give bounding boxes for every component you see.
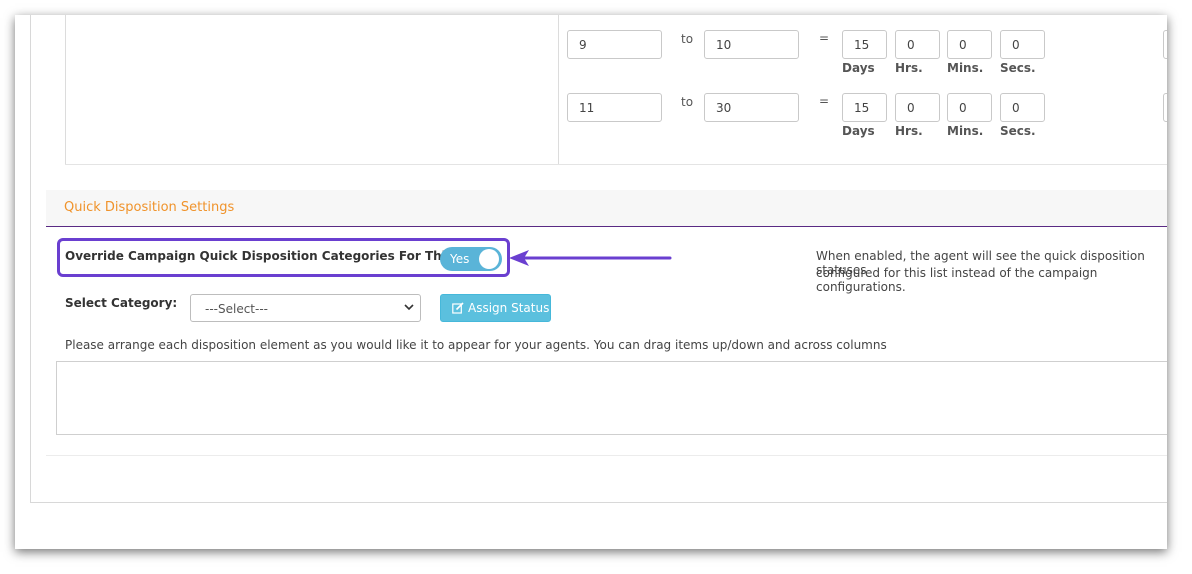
arrow-icon xyxy=(509,250,672,266)
mins-input[interactable]: 0 xyxy=(947,30,992,59)
mins-input[interactable]: 0 xyxy=(947,93,992,122)
edit-icon xyxy=(452,302,464,314)
days-input[interactable]: 15 xyxy=(842,30,887,59)
range-to-input[interactable]: 30 xyxy=(704,93,799,122)
select-category-label: Select Category: xyxy=(65,296,178,310)
hrs-label: Hrs. xyxy=(895,61,923,75)
days-label: Days xyxy=(842,61,875,75)
assign-status-button[interactable]: Assign Status xyxy=(440,294,551,322)
help-text-line2: configured for this list instead of the … xyxy=(816,266,1098,294)
section-bottom-divider xyxy=(46,455,1167,456)
range-action-input[interactable] xyxy=(1163,30,1167,59)
highlight-box xyxy=(57,238,510,277)
table-column-divider xyxy=(558,15,559,164)
quick-disposition-header: Quick Disposition Settings xyxy=(46,190,1167,227)
disposition-drop-zone[interactable] xyxy=(56,361,1167,435)
select-value: ---Select--- xyxy=(205,302,268,316)
settings-panel: 9 to 10 = 15 0 0 0 Days Hrs. Mins. Secs.… xyxy=(15,15,1167,549)
category-select[interactable]: ---Select--- xyxy=(190,294,421,322)
chevron-down-icon xyxy=(404,304,414,311)
secs-label: Secs. xyxy=(1000,61,1036,75)
range-from-input[interactable]: 11 xyxy=(567,93,662,122)
hrs-input[interactable]: 0 xyxy=(895,30,940,59)
range-action-input[interactable] xyxy=(1163,93,1167,122)
secs-input[interactable]: 0 xyxy=(1000,93,1045,122)
instructions-text: Please arrange each disposition element … xyxy=(65,338,887,352)
mins-label: Mins. xyxy=(947,124,984,138)
hrs-input[interactable]: 0 xyxy=(895,93,940,122)
table-bottom-border xyxy=(65,164,1167,165)
range-to-input[interactable]: 10 xyxy=(704,30,799,59)
hrs-label: Hrs. xyxy=(895,124,923,138)
assign-status-label: Assign Status xyxy=(468,301,550,315)
equals-sign: = xyxy=(819,31,830,45)
days-input[interactable]: 15 xyxy=(842,93,887,122)
secs-label: Secs. xyxy=(1000,124,1036,138)
outer-panel-bottom-border xyxy=(30,502,1167,503)
range-from-input[interactable]: 9 xyxy=(567,30,662,59)
secs-input[interactable]: 0 xyxy=(1000,30,1045,59)
to-label: to xyxy=(681,32,694,46)
table-left-border xyxy=(65,15,66,164)
outer-panel-left-border xyxy=(30,15,31,502)
equals-sign: = xyxy=(819,94,830,108)
to-label: to xyxy=(681,95,694,109)
days-label: Days xyxy=(842,124,875,138)
mins-label: Mins. xyxy=(947,61,984,75)
section-title: Quick Disposition Settings xyxy=(64,200,235,215)
